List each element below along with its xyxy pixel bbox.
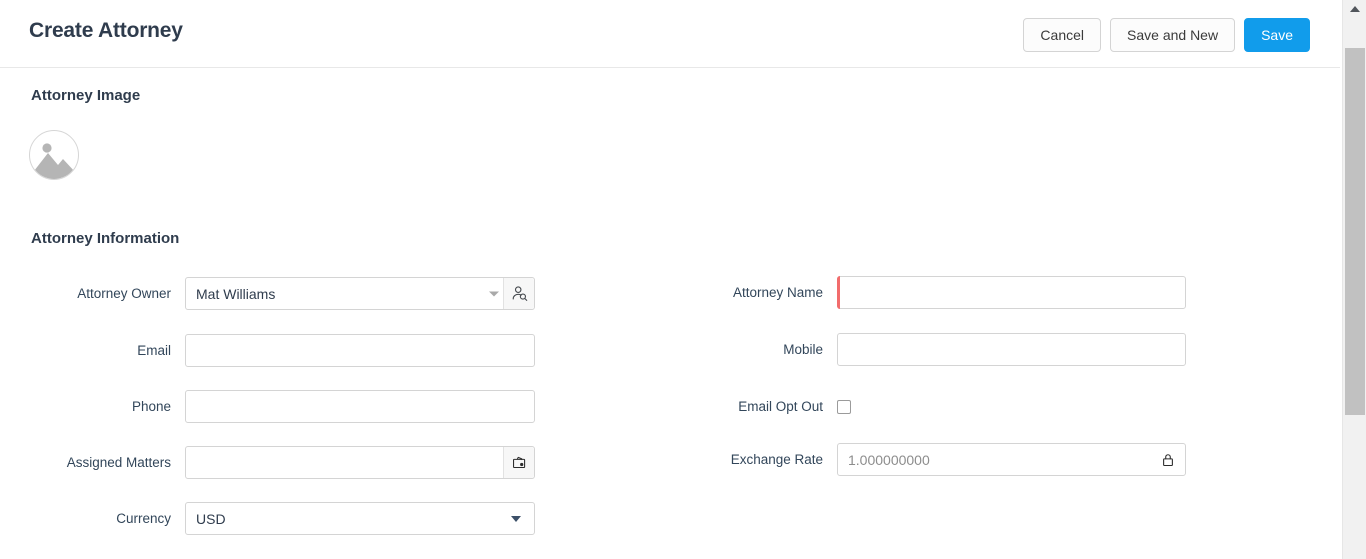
page-title: Create Attorney: [29, 19, 183, 42]
mobile-input[interactable]: [837, 333, 1186, 366]
image-placeholder-icon: [30, 131, 78, 179]
vertical-scrollbar[interactable]: [1342, 0, 1366, 559]
user-lookup-icon[interactable]: [503, 278, 534, 309]
attorney-owner-label: Attorney Owner: [77, 286, 171, 301]
email-opt-out-label: Email Opt Out: [738, 399, 823, 414]
briefcase-lookup-icon[interactable]: [503, 447, 534, 478]
exchange-rate-label: Exchange Rate: [730, 452, 823, 467]
scrollbar-thumb[interactable]: [1345, 48, 1365, 415]
attorney-name-label: Attorney Name: [732, 285, 823, 300]
assigned-matters-label: Assigned Matters: [66, 455, 171, 470]
currency-select[interactable]: USD: [185, 502, 535, 535]
attorney-image-upload[interactable]: [29, 130, 79, 180]
form-content: Attorney Image Attorney Information Atto…: [0, 68, 1342, 559]
field-currency: Currency USD: [0, 502, 535, 535]
field-mobile: Mobile: [655, 333, 1186, 366]
email-label: Email: [137, 343, 171, 358]
header-action-buttons: Cancel Save and New Save: [1023, 18, 1310, 52]
field-exchange-rate: Exchange Rate 1.000000000: [655, 443, 1186, 476]
attorney-information-section-title: Attorney Information: [31, 230, 180, 247]
field-email-opt-out: Email Opt Out: [655, 390, 1186, 423]
phone-label: Phone: [131, 399, 171, 414]
field-attorney-name: Attorney Name: [655, 276, 1186, 309]
create-attorney-page: Create Attorney Cancel Save and New Save…: [0, 0, 1366, 559]
attorney-image-section-title: Attorney Image: [31, 87, 141, 104]
attorney-owner-input[interactable]: Mat Williams: [185, 277, 535, 310]
field-email: Email: [0, 334, 535, 367]
field-phone: Phone: [0, 390, 535, 423]
lock-icon: [1161, 452, 1175, 467]
page-header: Create Attorney Cancel Save and New Save: [0, 0, 1342, 68]
assigned-matters-input[interactable]: [185, 446, 535, 479]
field-attorney-owner: Attorney Owner Mat Williams: [0, 277, 535, 310]
phone-input[interactable]: [185, 390, 535, 423]
email-opt-out-checkbox[interactable]: [837, 399, 851, 414]
currency-label: Currency: [116, 511, 171, 526]
save-and-new-button[interactable]: Save and New: [1110, 18, 1236, 52]
scroll-up-arrow-icon[interactable]: [1343, 0, 1366, 18]
required-indicator: [837, 276, 840, 309]
email-input[interactable]: [185, 334, 535, 367]
mobile-label: Mobile: [783, 342, 823, 357]
save-button[interactable]: Save: [1244, 18, 1310, 52]
exchange-rate-input: 1.000000000: [837, 443, 1186, 476]
field-assigned-matters: Assigned Matters: [0, 446, 535, 479]
cancel-button[interactable]: Cancel: [1023, 18, 1102, 52]
attorney-name-input[interactable]: [837, 276, 1186, 309]
